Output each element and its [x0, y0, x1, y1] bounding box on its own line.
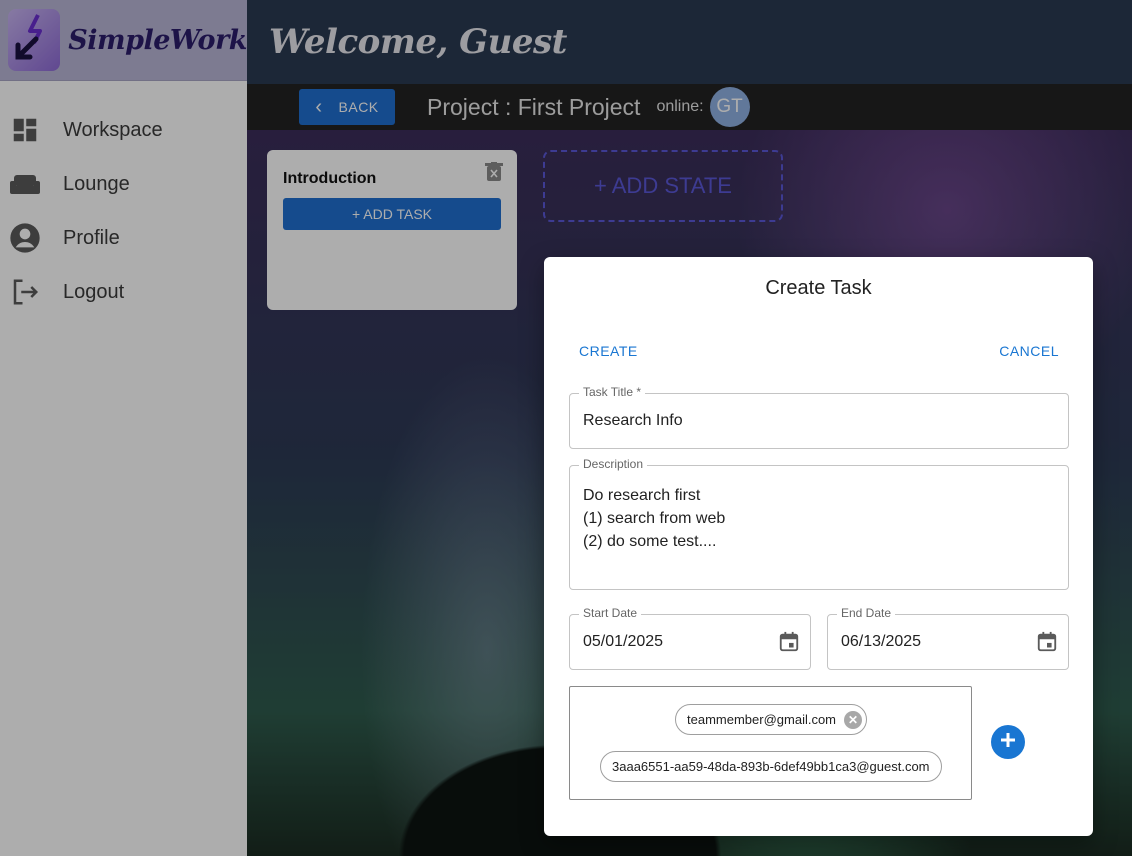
end-date-field[interactable]: End Date 06/13/2025 [827, 606, 1069, 670]
calendar-icon[interactable] [1036, 631, 1058, 658]
end-date-label: End Date [837, 606, 896, 620]
task-title-label: Task Title * [579, 385, 646, 399]
start-date-label: Start Date [579, 606, 642, 620]
assignee-email: 3aaa6551-aa59-48da-893b-6def49bb1ca3@gue… [612, 759, 930, 774]
plus-icon [999, 731, 1017, 754]
assignee-list: teammember@gmail.com ✕ 3aaa6551-aa59-48d… [569, 686, 972, 800]
start-date-value: 05/01/2025 [583, 633, 664, 650]
dialog-title: Create Task [765, 277, 872, 299]
task-title-value: Research Info [583, 412, 683, 429]
assignee-chip[interactable]: 3aaa6551-aa59-48da-893b-6def49bb1ca3@gue… [600, 751, 942, 782]
description-field[interactable]: Description Do research first (1) search… [569, 457, 1069, 590]
create-task-dialog: Create Task CREATE CANCEL Task Title * R… [544, 257, 1093, 836]
create-button[interactable]: CREATE [579, 343, 638, 359]
start-date-field[interactable]: Start Date 05/01/2025 [569, 606, 811, 670]
add-assignee-button[interactable] [991, 725, 1025, 759]
description-value: Do research first (1) search from web (2… [583, 487, 726, 550]
end-date-value: 06/13/2025 [841, 633, 922, 650]
task-title-field[interactable]: Task Title * Research Info [569, 385, 1069, 449]
assignee-email: teammember@gmail.com [687, 712, 837, 727]
description-label: Description [579, 457, 648, 471]
cancel-button[interactable]: CANCEL [999, 343, 1059, 359]
assignee-chip[interactable]: teammember@gmail.com ✕ [675, 704, 868, 735]
calendar-icon[interactable] [778, 631, 800, 658]
remove-chip-icon[interactable]: ✕ [844, 710, 863, 729]
